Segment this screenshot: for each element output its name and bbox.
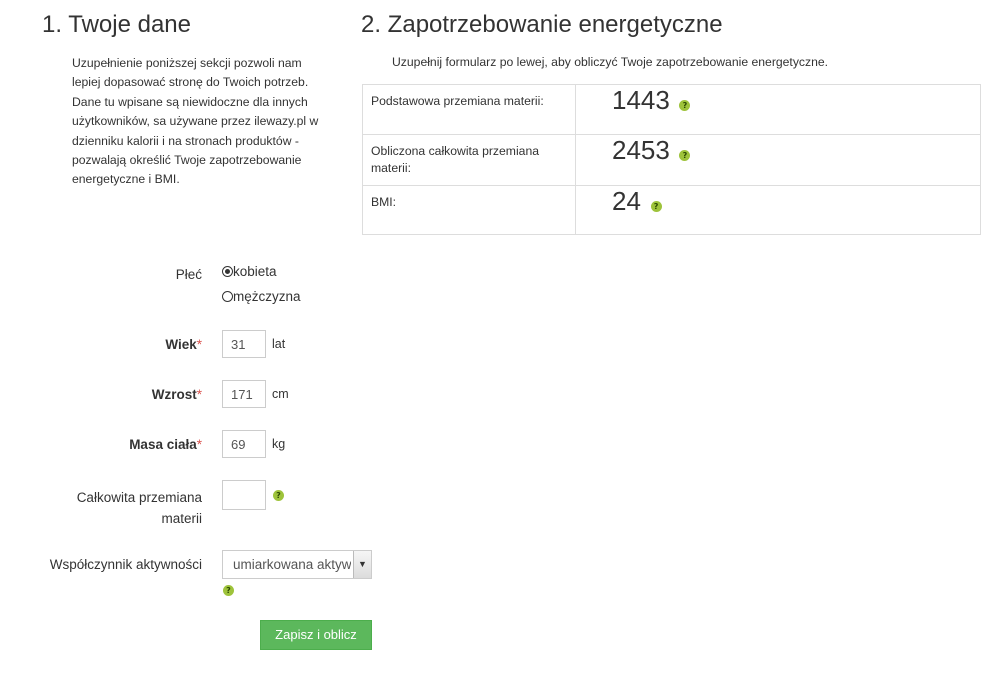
intro-text: Uzupełnienie poniższej sekcji pozwoli na… — [72, 56, 319, 187]
table-row: Podstawowa przemiana materii: 1443 ? — [362, 84, 981, 135]
radio-female-label: kobieta — [233, 264, 277, 280]
weight-input[interactable] — [222, 430, 266, 458]
activity-select-value: umiarkowana aktywność — [233, 557, 351, 572]
tdee-value-cell: 2453 ? — [575, 134, 981, 186]
sex-option-female[interactable]: kobieta — [222, 263, 277, 279]
total-metabolism-input[interactable] — [222, 480, 266, 510]
age-input[interactable] — [222, 330, 266, 358]
activity-select[interactable]: umiarkowana aktywność ▼ — [222, 550, 372, 579]
section-title-your-data: 1. Twoje dane — [42, 11, 192, 38]
bmi-value: 24 — [612, 186, 641, 216]
height-input[interactable] — [222, 380, 266, 408]
hint-text: Uzupełnij formularz po lewej, aby oblicz… — [392, 55, 829, 69]
height-label: Wzrost* — [151, 387, 202, 402]
bmi-value-cell: 24 ? — [575, 185, 981, 235]
save-and-calculate-button[interactable]: Zapisz i oblicz — [260, 620, 372, 650]
bmr-value-cell: 1443 ? — [575, 84, 981, 135]
table-row: BMI: 24 ? — [362, 185, 981, 235]
table-row: Obliczona całkowita przemiana materii: 2… — [362, 134, 981, 186]
sex-option-male[interactable]: mężczyzna — [222, 288, 301, 304]
age-label: Wiek* — [165, 337, 202, 352]
help-icon[interactable]: ? — [650, 201, 662, 213]
weight-unit: kg — [272, 437, 286, 451]
weight-label: Masa ciała* — [129, 437, 202, 452]
radio-male[interactable] — [222, 291, 233, 303]
total-metabolism-label: Całkowita przemiana materii — [76, 490, 202, 526]
help-icon[interactable]: ? — [679, 150, 691, 162]
energy-summary-table: Podstawowa przemiana materii: 1443 ? Obl… — [362, 84, 981, 235]
bmr-value: 1443 — [612, 85, 670, 115]
radio-male-label: mężczyzna — [233, 289, 301, 305]
section-title-energy: 2. Zapotrzebowanie energetyczne — [361, 11, 723, 38]
height-unit: cm — [272, 387, 289, 401]
tdee-value: 2453 — [612, 135, 670, 165]
chevron-down-icon[interactable]: ▼ — [353, 551, 371, 578]
bmi-label: BMI: — [362, 185, 576, 235]
help-icon[interactable]: ? — [679, 100, 691, 112]
help-icon[interactable]: ? — [273, 490, 284, 501]
radio-female[interactable] — [222, 266, 233, 278]
help-icon[interactable]: ? — [223, 585, 234, 596]
sex-label: Płeć — [175, 267, 202, 282]
activity-label: Współczynnik aktywności — [49, 557, 202, 572]
age-unit: lat — [272, 337, 286, 351]
bmr-label: Podstawowa przemiana materii: — [362, 84, 576, 135]
tdee-label: Obliczona całkowita przemiana materii: — [362, 134, 576, 186]
